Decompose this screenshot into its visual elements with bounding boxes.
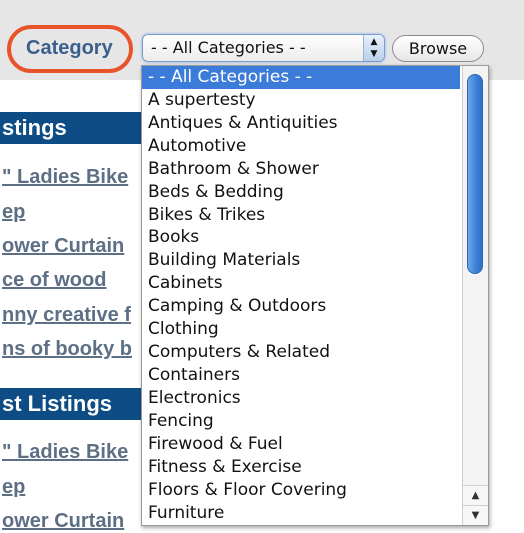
category-label: Category (26, 37, 113, 59)
select-arrows-icon[interactable]: ▲ ▼ (363, 35, 384, 61)
select-up-arrow-icon: ▲ (370, 37, 378, 47)
category-option[interactable]: Computers & Related (142, 341, 460, 364)
section-header-latest-listings: st Listings (0, 388, 150, 420)
listing-link[interactable]: ns of booky b (2, 338, 138, 361)
category-option[interactable]: Antiques & Antiquities (142, 112, 460, 135)
category-option[interactable]: Bathroom & Shower (142, 158, 460, 181)
category-option[interactable]: Camping & Outdoors (142, 295, 460, 318)
browse-button[interactable]: Browse (392, 35, 484, 62)
listing-link[interactable]: ep (2, 476, 138, 499)
category-option[interactable]: Containers (142, 364, 460, 387)
scroll-down-arrow-icon[interactable]: ▼ (463, 505, 488, 525)
category-options: - - All Categories - - A supertesty Anti… (142, 66, 460, 524)
category-option[interactable]: Building Materials (142, 249, 460, 272)
category-option[interactable]: Fencing (142, 410, 460, 433)
category-option[interactable]: Automotive (142, 135, 460, 158)
listing-link[interactable]: ower Curtain (2, 510, 138, 533)
listing-link[interactable]: " Ladies Bike (2, 441, 138, 464)
category-option[interactable]: Beds & Bedding (142, 181, 460, 204)
scrollbar-thumb[interactable] (467, 74, 483, 274)
category-option[interactable]: Firewood & Fuel (142, 433, 460, 456)
category-option[interactable]: Books (142, 226, 460, 249)
dropdown-scrollbar[interactable]: ▲ ▼ (462, 66, 488, 525)
category-option[interactable]: Floors & Floor Covering (142, 479, 460, 502)
category-option[interactable]: A supertesty (142, 89, 460, 112)
category-option[interactable]: Bikes & Trikes (142, 204, 460, 227)
listing-link[interactable]: " Ladies Bike (2, 166, 138, 189)
category-select[interactable]: - - All Categories - - ▲ ▼ (142, 34, 385, 62)
category-option[interactable]: Cabinets (142, 272, 460, 295)
select-down-arrow-icon: ▼ (370, 49, 378, 59)
category-select-value: - - All Categories - - (151, 38, 306, 57)
category-option[interactable]: Fitness & Exercise (142, 456, 460, 479)
category-dropdown-list[interactable]: - - All Categories - - A supertesty Anti… (141, 65, 489, 526)
listing-link[interactable]: ep (2, 201, 138, 224)
listing-link[interactable]: ower Curtain (2, 235, 138, 258)
category-option[interactable]: Furniture (142, 502, 460, 525)
category-option-selected[interactable]: - - All Categories - - (142, 66, 460, 89)
listing-link[interactable]: ce of wood (2, 269, 138, 292)
section-header-listings: stings (0, 112, 150, 144)
listing-link[interactable]: nny creative f (2, 304, 138, 327)
category-option[interactable]: Electronics (142, 387, 460, 410)
category-option[interactable]: Clothing (142, 318, 460, 341)
scroll-up-arrow-icon[interactable]: ▲ (463, 485, 488, 506)
